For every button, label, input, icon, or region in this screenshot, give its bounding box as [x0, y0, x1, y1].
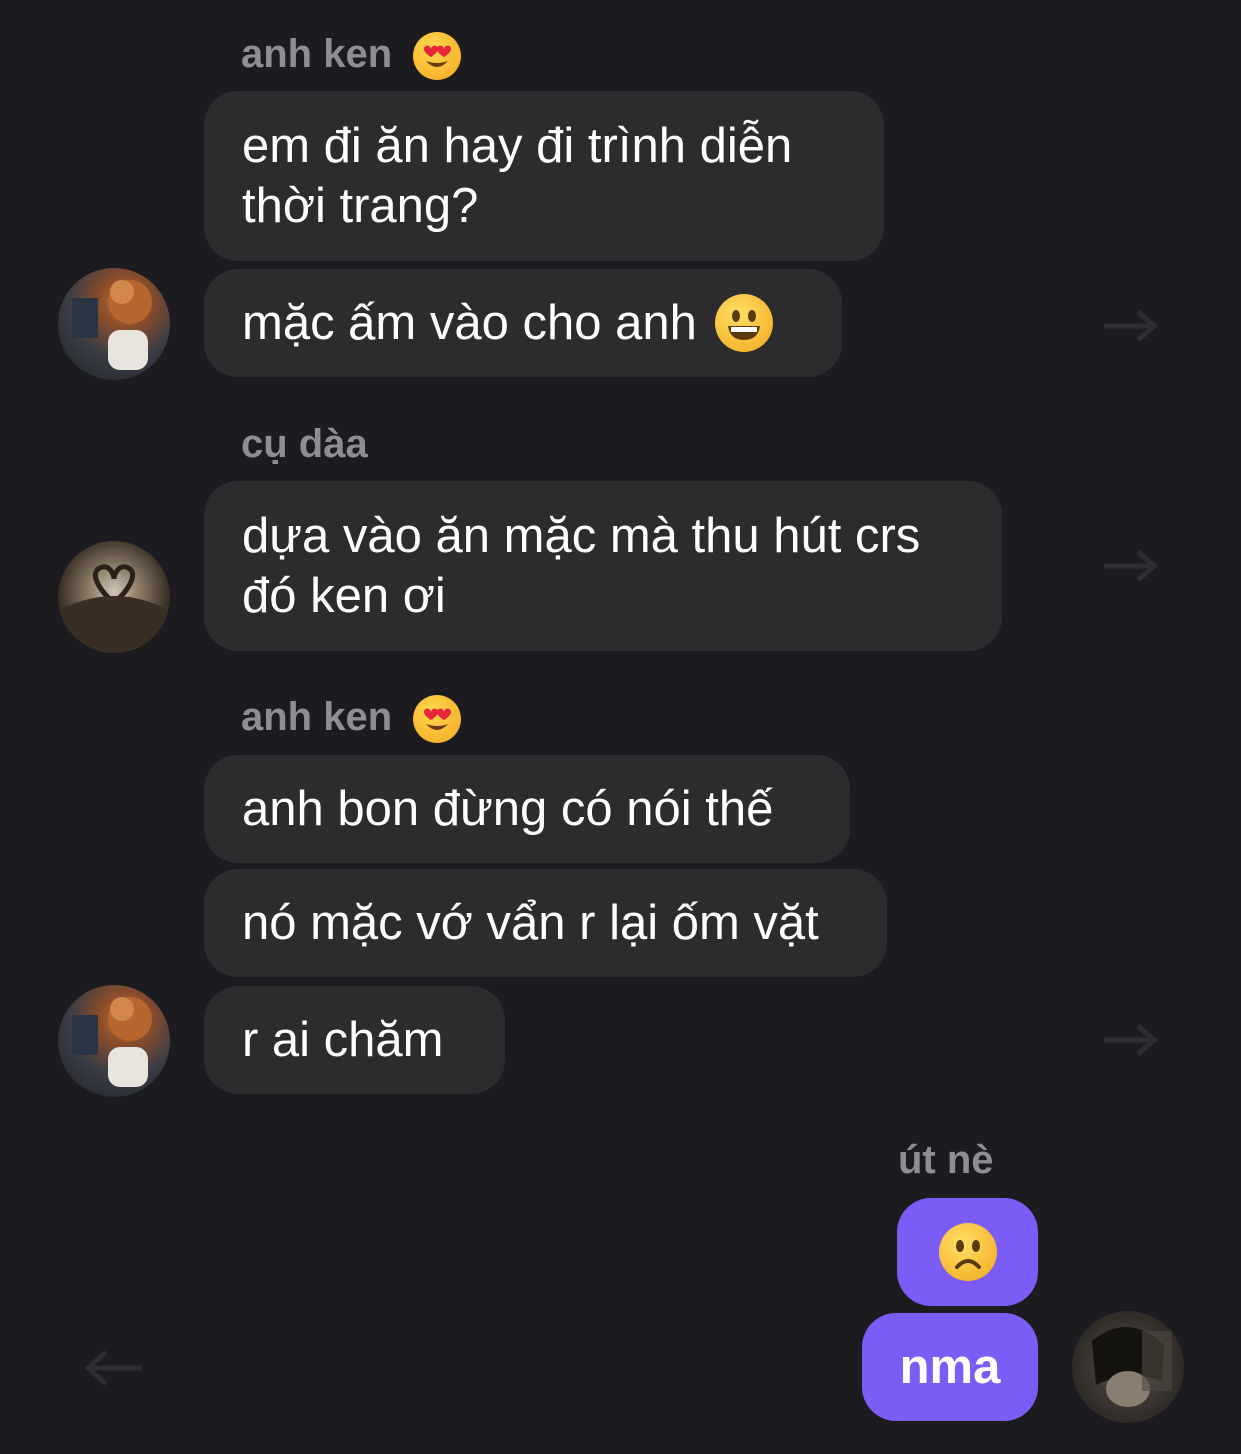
chat-thread: anh ken em đi ăn hay đi trình diễn thời … [0, 0, 1241, 1454]
sender-name: anh ken [241, 693, 462, 744]
message-text: em đi ăn hay đi trình diễn thời trang? [242, 119, 793, 233]
message-text: r ai chăm [242, 1013, 444, 1067]
message-bubble[interactable] [897, 1198, 1038, 1306]
message-text: nó mặc vớ vẩn r lại ốm vặt [242, 896, 819, 950]
avatar[interactable] [58, 541, 170, 653]
reply-arrow-icon[interactable] [80, 1346, 146, 1390]
avatar[interactable] [1072, 1311, 1184, 1423]
message-text: nma [899, 1340, 1001, 1394]
message-bubble[interactable]: nó mặc vớ vẩn r lại ốm vặt [204, 869, 887, 977]
sender-name-text: anh ken [241, 32, 393, 76]
message-text: dựa vào ăn mặc mà thu hút crs đó ken ơi [242, 509, 921, 623]
forward-arrow-icon[interactable] [1100, 1020, 1160, 1060]
heart-eyes-emoji-icon [413, 32, 462, 81]
forward-arrow-icon[interactable] [1100, 546, 1160, 586]
forward-arrow-icon[interactable] [1100, 306, 1160, 346]
avatar[interactable] [58, 268, 170, 380]
message-bubble[interactable]: nma [862, 1313, 1038, 1421]
heart-eyes-emoji-icon [413, 695, 462, 744]
sender-name: anh ken [241, 30, 462, 81]
message-bubble[interactable]: r ai chăm [204, 986, 505, 1094]
sender-name: cụ dàa [241, 420, 368, 468]
grinning-emoji-icon [714, 294, 773, 352]
message-bubble[interactable]: em đi ăn hay đi trình diễn thời trang? [204, 91, 884, 261]
sender-name: út nè [898, 1136, 994, 1184]
avatar[interactable] [58, 985, 170, 1097]
sender-name-text: anh ken [241, 695, 393, 739]
sender-name-text: cụ dàa [241, 422, 368, 466]
message-bubble[interactable]: dựa vào ăn mặc mà thu hút crs đó ken ơi [204, 481, 1002, 651]
frowning-emoji-icon [938, 1223, 997, 1281]
message-text: anh bon đừng có nói thế [242, 782, 774, 836]
message-text: mặc ấm vào cho anh [242, 296, 697, 350]
sender-name-text: út nè [898, 1138, 994, 1182]
message-bubble[interactable]: anh bon đừng có nói thế [204, 755, 850, 863]
message-bubble[interactable]: mặc ấm vào cho anh [204, 269, 842, 377]
